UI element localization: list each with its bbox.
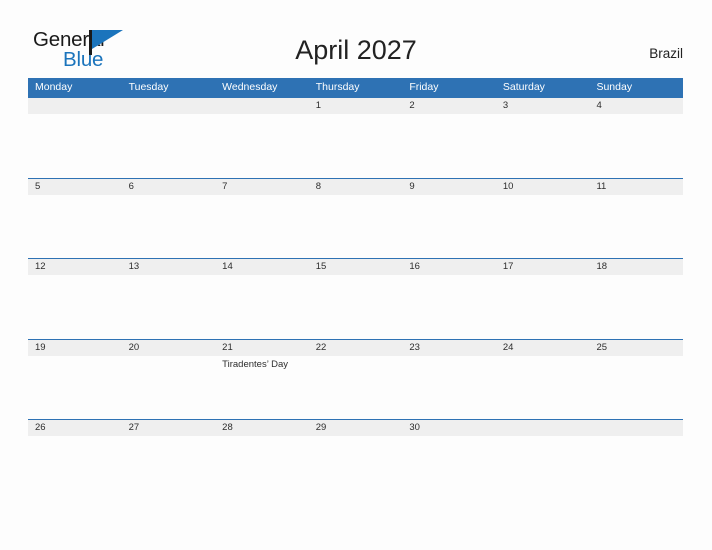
day-number[interactable]: 8 bbox=[309, 179, 403, 195]
day-cell[interactable] bbox=[402, 356, 496, 418]
day-cell-holiday[interactable]: Tiradentes’ Day bbox=[215, 356, 309, 418]
week-date-band: 12 13 14 15 16 17 18 bbox=[28, 258, 683, 275]
day-cell[interactable] bbox=[122, 356, 216, 418]
day-number[interactable]: 10 bbox=[496, 179, 590, 195]
calendar-grid: Monday Tuesday Wednesday Thursday Friday… bbox=[28, 78, 683, 500]
day-number[interactable]: 18 bbox=[589, 259, 683, 275]
week-event-band bbox=[28, 436, 683, 498]
day-number[interactable] bbox=[215, 98, 309, 114]
calendar-week-row: 1 2 3 4 bbox=[28, 97, 683, 178]
day-cell[interactable] bbox=[402, 195, 496, 257]
day-number[interactable]: 23 bbox=[402, 340, 496, 356]
day-cell[interactable] bbox=[122, 114, 216, 176]
day-cell[interactable] bbox=[309, 195, 403, 257]
day-cell[interactable] bbox=[122, 436, 216, 498]
day-number[interactable]: 20 bbox=[122, 340, 216, 356]
day-number[interactable]: 9 bbox=[402, 179, 496, 195]
day-event-label: Tiradentes’ Day bbox=[222, 358, 288, 370]
day-cell[interactable] bbox=[589, 195, 683, 257]
day-cell[interactable] bbox=[122, 195, 216, 257]
week-date-band: 26 27 28 29 30 bbox=[28, 419, 683, 436]
week-date-band: 1 2 3 4 bbox=[28, 97, 683, 114]
day-cell[interactable] bbox=[402, 114, 496, 176]
day-number[interactable]: 21 bbox=[215, 340, 309, 356]
day-cell[interactable] bbox=[496, 195, 590, 257]
day-number[interactable]: 5 bbox=[28, 179, 122, 195]
day-number[interactable]: 22 bbox=[309, 340, 403, 356]
weekday-header-saturday: Saturday bbox=[502, 81, 545, 93]
day-number[interactable]: 24 bbox=[496, 340, 590, 356]
day-cell[interactable] bbox=[309, 356, 403, 418]
day-cell[interactable] bbox=[215, 436, 309, 498]
day-number[interactable]: 26 bbox=[28, 420, 122, 436]
week-date-band: 19 20 21 22 23 24 25 bbox=[28, 338, 683, 356]
day-number[interactable]: 12 bbox=[28, 259, 122, 275]
day-number[interactable]: 1 bbox=[309, 98, 403, 114]
week-event-band bbox=[28, 195, 683, 257]
day-cell[interactable] bbox=[589, 356, 683, 418]
weekday-header-tuesday: Tuesday bbox=[128, 81, 169, 93]
day-number[interactable]: 17 bbox=[496, 259, 590, 275]
week-event-band bbox=[28, 114, 683, 176]
country-label: Brazil bbox=[649, 46, 683, 61]
weekday-header-sunday: Sunday bbox=[596, 81, 633, 93]
calendar-week-row: 12 13 14 15 16 17 18 bbox=[28, 258, 683, 339]
day-number[interactable]: 6 bbox=[122, 179, 216, 195]
day-number[interactable]: 3 bbox=[496, 98, 590, 114]
day-cell[interactable] bbox=[309, 275, 403, 337]
weekday-header-thursday: Thursday bbox=[315, 81, 360, 93]
day-number[interactable] bbox=[496, 420, 590, 436]
day-number[interactable] bbox=[122, 98, 216, 114]
day-cell[interactable] bbox=[496, 114, 590, 176]
day-number[interactable]: 11 bbox=[589, 179, 683, 195]
week-date-band: 5 6 7 8 9 10 11 bbox=[28, 177, 683, 195]
weekday-header-friday: Friday bbox=[409, 81, 439, 93]
day-number[interactable]: 4 bbox=[589, 98, 683, 114]
day-cell[interactable] bbox=[309, 114, 403, 176]
calendar-week-row: 5 6 7 8 9 10 11 bbox=[28, 177, 683, 259]
day-number[interactable]: 28 bbox=[215, 420, 309, 436]
day-cell[interactable] bbox=[589, 275, 683, 337]
day-number[interactable]: 16 bbox=[402, 259, 496, 275]
day-cell[interactable] bbox=[496, 436, 590, 498]
day-number[interactable]: 7 bbox=[215, 179, 309, 195]
calendar-week-row: 19 20 21 22 23 24 25 Tiradentes’ Day bbox=[28, 338, 683, 420]
weekday-header-wednesday: Wednesday bbox=[222, 81, 278, 93]
day-number[interactable]: 2 bbox=[402, 98, 496, 114]
day-number[interactable]: 25 bbox=[589, 340, 683, 356]
weekday-header-monday: Monday bbox=[35, 81, 73, 93]
day-cell[interactable] bbox=[402, 436, 496, 498]
day-number[interactable] bbox=[28, 98, 122, 114]
day-cell[interactable] bbox=[28, 275, 122, 337]
day-cell[interactable] bbox=[215, 195, 309, 257]
day-cell[interactable] bbox=[496, 275, 590, 337]
calendar-page: General Blue April 2027 Brazil Monday Tu… bbox=[0, 0, 712, 550]
day-cell[interactable] bbox=[496, 356, 590, 418]
weekday-header-row: Monday Tuesday Wednesday Thursday Friday… bbox=[28, 78, 683, 97]
day-cell[interactable] bbox=[589, 114, 683, 176]
day-cell[interactable] bbox=[28, 356, 122, 418]
week-event-band bbox=[28, 275, 683, 337]
day-cell[interactable] bbox=[215, 275, 309, 337]
calendar-week-row: 26 27 28 29 30 bbox=[28, 419, 683, 500]
page-header: General Blue April 2027 Brazil bbox=[0, 0, 712, 78]
day-number[interactable]: 19 bbox=[28, 340, 122, 356]
week-event-band: Tiradentes’ Day bbox=[28, 356, 683, 418]
day-cell[interactable] bbox=[402, 275, 496, 337]
day-number[interactable]: 27 bbox=[122, 420, 216, 436]
day-number[interactable]: 15 bbox=[309, 259, 403, 275]
page-title: April 2027 bbox=[295, 35, 417, 65]
day-cell[interactable] bbox=[122, 275, 216, 337]
day-cell[interactable] bbox=[28, 114, 122, 176]
day-number[interactable]: 30 bbox=[402, 420, 496, 436]
day-cell[interactable] bbox=[28, 436, 122, 498]
day-number[interactable]: 29 bbox=[309, 420, 403, 436]
day-cell[interactable] bbox=[215, 114, 309, 176]
day-number[interactable]: 14 bbox=[215, 259, 309, 275]
day-number[interactable]: 13 bbox=[122, 259, 216, 275]
day-cell[interactable] bbox=[28, 195, 122, 257]
day-cell[interactable] bbox=[309, 436, 403, 498]
day-cell[interactable] bbox=[589, 436, 683, 498]
day-number[interactable] bbox=[589, 420, 683, 436]
